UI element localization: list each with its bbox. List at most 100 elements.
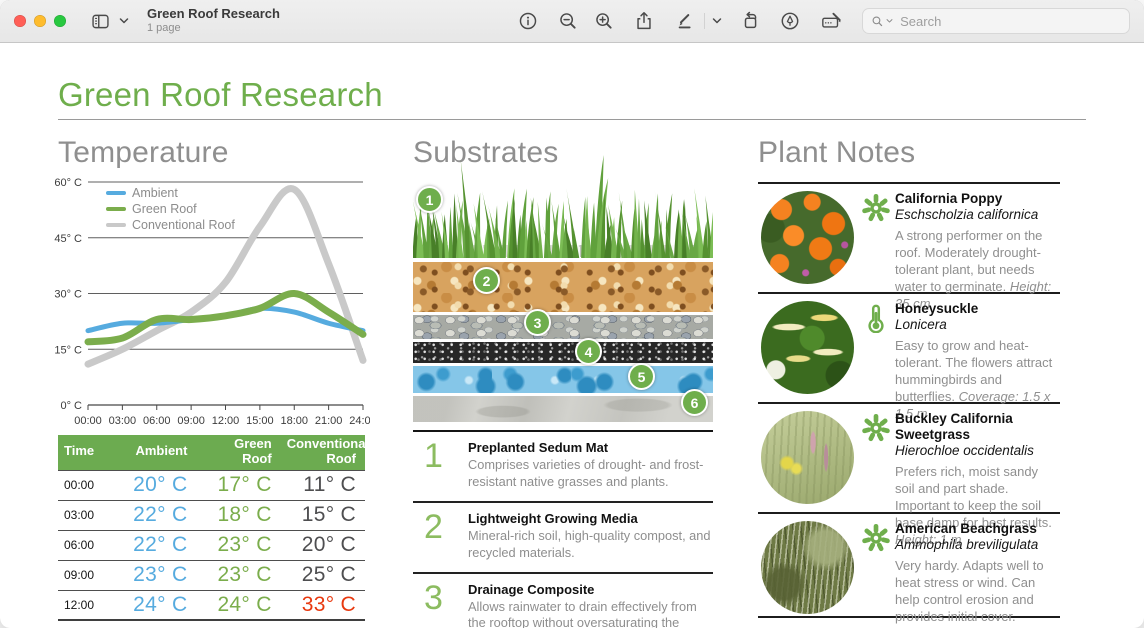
plant-latin-name: Hierochloe occidentalis [895,443,1060,460]
section-heading-temperature: Temperature [58,136,229,170]
svg-text:0° C: 0° C [60,400,82,412]
highlight-button[interactable] [673,8,699,34]
plant-photo-california-poppy [761,191,854,284]
fill-sign-icon [820,10,844,32]
share-button[interactable] [631,8,657,34]
substrate-diagram: 1 2 3 4 5 6 [413,148,713,422]
svg-text:00:00: 00:00 [74,415,102,427]
list-item: 1 Preplanted Sedum Mat Comprises varieti… [413,432,713,501]
layer-badge-5: 5 [628,363,655,390]
close-button[interactable] [14,15,26,27]
svg-text:Conventional Roof: Conventional Roof [132,218,235,232]
item-description: Comprises varieties of drought- and fros… [468,457,712,491]
window-subtitle: 1 page [147,22,280,35]
info-icon [517,10,539,32]
section-heading-plant-notes: Plant Notes [758,136,915,170]
cell-time: 06:00 [58,530,112,560]
item-number: 3 [413,582,468,628]
list-item: 3 Drainage Composite Allows rainwater to… [413,572,713,628]
document-page: Green Roof Research Temperature 6 0° C 45°… [0,43,1144,628]
cell-ambient: 22° C [112,530,196,560]
layer-badge-2: 2 [473,267,500,294]
traffic-lights [14,15,66,27]
substrate-layer-grass [413,148,713,258]
svg-text:15:00: 15:00 [246,415,274,427]
plant-name: Buckley California Sweetgrass [895,411,1060,443]
window-title-block: Green Roof Research 1 page [147,7,280,35]
cell-ambient: 22° C [112,500,196,530]
cell-green-roof: 17° C [196,470,280,500]
info-button[interactable] [515,8,541,34]
svg-text:06:00: 06:00 [143,415,171,427]
sidebar-icon [90,11,111,32]
table-row: 03:00 22° C 18° C 15° C [58,500,365,530]
layer-badge-6: 6 [681,389,708,416]
cell-conventional: 25° C [281,560,365,590]
table-row: 09:00 23° C 23° C 25° C [58,560,365,590]
plant-notes-list: California Poppy Eschscholzia californic… [758,182,1060,618]
toolbar-divider [704,13,705,29]
col-header-ambient: Ambient [112,435,196,470]
rotate-left-icon [740,10,762,32]
svg-text:45° C: 45° C [54,233,82,245]
temperature-chart: 60° C45° C30° C15° C0° C00:0003:0006:000… [50,176,370,428]
sidebar-menu-button[interactable] [117,15,131,27]
list-item: 2 Lightweight Growing Media Mineral-rich… [413,501,713,572]
cell-green-roof: 23° C [196,530,280,560]
table-row: 06:00 22° C 23° C 20° C [58,530,365,560]
title-rule [58,119,1086,120]
item-description: Allows rainwater to drain effectively fr… [468,599,712,628]
cell-conventional-alert: 33° C [281,590,365,620]
sidebar-toggle-button[interactable] [88,9,113,34]
svg-text:Ambient: Ambient [132,186,178,200]
zoom-in-icon [593,10,615,32]
svg-text:12:00: 12:00 [212,415,240,427]
search-input[interactable] [898,13,1121,30]
svg-text:03:00: 03:00 [109,415,137,427]
fill-sign-button[interactable] [818,8,846,34]
plant-name: American Beachgrass [895,521,1060,537]
cell-time: 09:00 [58,560,112,590]
temperature-table: Time Ambient Green Roof Conventional Roo… [58,435,365,621]
svg-text:Green Roof: Green Roof [132,202,197,216]
chevron-down-icon [119,17,129,25]
cell-green-roof: 24° C [196,590,280,620]
table-row: 00:00 20° C 17° C 11° C [58,470,365,500]
cell-ambient: 20° C [112,470,196,500]
titlebar: Green Roof Research 1 page [0,0,1144,43]
search-field[interactable] [862,8,1130,34]
rotate-left-button[interactable] [738,8,764,34]
plant-latin-name: Lonicera [895,317,1060,334]
plant-entry: Honeysuckle Lonicera Easy to grow and he… [758,292,1060,402]
markup-pen-icon [779,10,801,32]
preview-window: Green Roof Research 1 page [0,0,1144,628]
minimize-button[interactable] [34,15,46,27]
cell-time: 12:00 [58,590,112,620]
col-header-time: Time [58,435,112,470]
markup-button[interactable] [777,8,803,34]
col-header-green-roof: Green Roof [196,435,280,470]
zoom-out-button[interactable] [555,8,581,34]
zoom-out-icon [557,10,579,32]
page-title: Green Roof Research [58,76,383,114]
zoom-window-button[interactable] [54,15,66,27]
svg-text:15° C: 15° C [54,344,82,356]
plant-photo-honeysuckle [761,301,854,394]
search-menu-chevron-icon [886,18,893,24]
svg-text:24:00: 24:00 [349,415,370,427]
thermometer-icon [861,303,891,333]
plant-latin-name: Eschscholzia californica [895,207,1060,224]
col-header-conventional-roof: Conventional Roof [281,435,365,470]
plant-photo-sweetgrass [761,411,854,504]
plant-name: California Poppy [895,191,1060,207]
zoom-in-button[interactable] [591,8,617,34]
substrate-layer-root-barrier [413,366,713,393]
cell-green-roof: 23° C [196,560,280,590]
cell-conventional: 20° C [281,530,365,560]
plant-name: Honeysuckle [895,301,1060,317]
highlight-dropdown-button[interactable] [710,15,724,27]
layer-badge-3: 3 [524,309,551,336]
cell-ambient: 24° C [112,590,196,620]
table-row: 12:00 24° C 24° C 33° C [58,590,365,620]
layer-badge-1: 1 [416,186,443,213]
